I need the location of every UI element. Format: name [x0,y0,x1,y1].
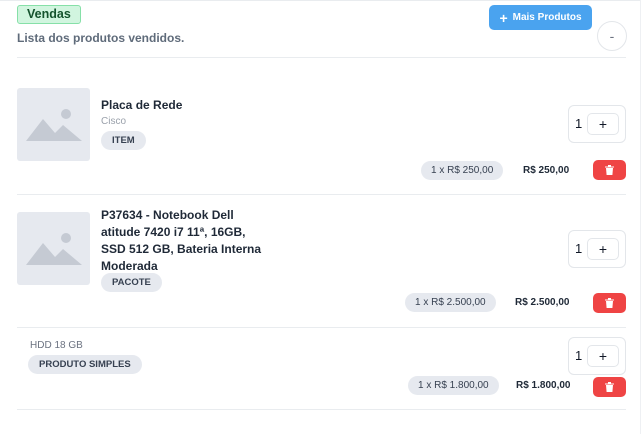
quantity-value: 1 [575,348,583,363]
quantity-plus-button[interactable]: + [587,345,619,367]
product-type-badge: PRODUTO SIMPLES [28,355,142,374]
quantity-plus-button[interactable]: + [587,238,619,260]
trash-icon [605,298,614,308]
divider [17,327,626,328]
unit-price-badge: 1 x R$ 250,00 [421,161,504,180]
product-brand: Cisco [101,116,127,127]
trash-icon [605,165,614,175]
quantity-value: 1 [575,116,583,131]
product-total: R$ 2.500,00 [515,297,570,308]
product-name: P37634 - Notebook Dell atitude 7420 i7 1… [101,208,262,273]
section-subtitle: Lista dos produtos vendidos. [17,31,185,45]
divider [17,194,626,195]
quantity-stepper[interactable]: 1 + [568,230,626,268]
quantity-stepper[interactable]: 1 + [568,337,626,375]
divider [17,57,626,58]
plus-icon: + [499,9,508,26]
plus-icon: + [598,348,608,364]
image-placeholder-icon [17,88,90,161]
minus-icon: - [609,28,615,44]
divider [17,409,626,410]
plus-icon: + [598,241,608,257]
add-more-products-label: Mais Produtos [512,12,582,23]
unit-price-badge: 1 x R$ 1.800,00 [408,376,499,395]
quantity-value: 1 [575,241,583,256]
delete-button[interactable] [593,377,626,397]
delete-button[interactable] [593,160,626,180]
unit-price-badge: 1 x R$ 2.500,00 [405,293,496,312]
quantity-plus-button[interactable]: + [587,113,619,135]
product-type-badge: ITEM [101,131,146,150]
section-badge: Vendas [17,5,81,24]
product-total: R$ 1.800,00 [516,380,571,391]
collapse-button[interactable]: - [597,21,627,51]
quantity-stepper[interactable]: 1 + [568,105,626,143]
delete-button[interactable] [593,293,626,313]
product-name: Placa de Rede [101,98,183,112]
add-more-products-button[interactable]: + Mais Produtos [489,5,592,30]
trash-icon [605,382,614,392]
product-description: HDD 18 GB [30,340,83,351]
plus-icon: + [598,116,608,132]
image-placeholder-icon [17,212,90,285]
top-border [0,0,641,1]
product-type-badge: PACOTE [101,273,162,292]
product-total: R$ 250,00 [523,165,570,176]
